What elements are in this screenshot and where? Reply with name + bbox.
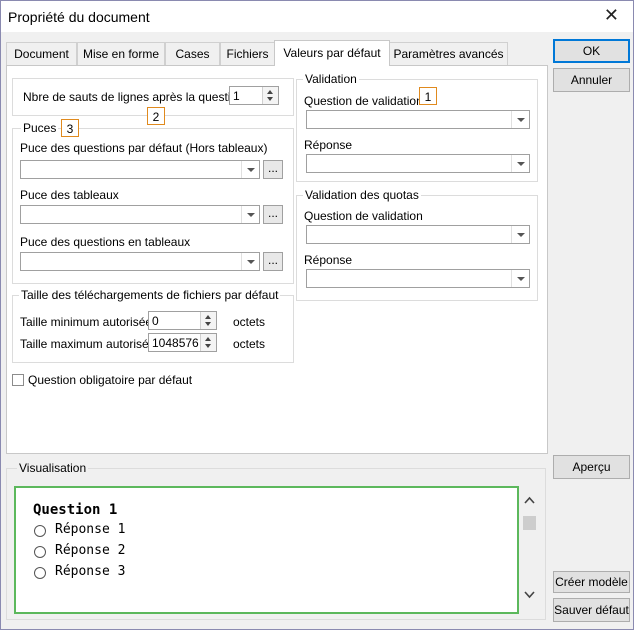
spin-down-icon[interactable] [267,97,273,101]
mandatory-label[interactable]: Question obligatoire par défaut [28,373,192,387]
quota-validation-legend: Validation des quotas [303,188,421,202]
line-breaks-label: Nbre de sauts de lignes après la questio… [23,90,251,104]
document-properties-dialog: Propriété du document ✕ Document Mise en… [0,0,634,630]
ok-button[interactable]: OK [553,39,630,63]
preview-answer-3: Réponse 3 [55,564,126,579]
preview-radio-2 [34,546,46,558]
create-model-button[interactable]: Créer modèle [553,571,630,593]
max-size-unit: octets [233,337,266,351]
max-size-label: Taille maximum autorisée [20,337,156,351]
validation-question-label: Question de validation [304,94,423,108]
preview-question-title: Question 1 [33,502,118,518]
quota-answer-label: Réponse [304,253,353,267]
scroll-up-icon[interactable] [524,496,535,504]
cancel-button[interactable]: Annuler [553,68,630,92]
preview-answer-1: Réponse 1 [55,522,126,537]
tab-document[interactable]: Document [6,42,77,65]
upload-sizes-legend: Taille des téléchargements de fichiers p… [19,288,281,302]
spin-buttons[interactable] [200,312,216,329]
chevron-down-icon[interactable] [241,206,259,223]
chevron-down-icon[interactable] [511,155,529,172]
in-tables-bullet-browse-button[interactable]: ... [263,252,283,271]
window-title: Propriété du document [8,9,150,25]
chevron-down-icon[interactable] [511,270,529,287]
upload-sizes-group: Taille des téléchargements de fichiers p… [12,288,294,363]
validation-question-select[interactable] [306,110,530,129]
validation-answer-select[interactable] [306,154,530,173]
spin-down-icon[interactable] [205,322,211,326]
chevron-down-icon[interactable] [241,161,259,178]
default-bullet-select[interactable] [20,160,260,179]
preview-radio-3 [34,567,46,579]
spin-buttons[interactable] [200,334,216,351]
spin-up-icon[interactable] [267,90,273,94]
tab-valeurs-par-defaut[interactable]: Valeurs par défaut [274,40,390,66]
tables-bullet-label: Puce des tableaux [20,188,119,202]
preview-button[interactable]: Aperçu [553,455,630,479]
line-breaks-stepper[interactable]: 1 [229,86,279,105]
chevron-down-icon[interactable] [511,226,529,243]
close-icon[interactable]: ✕ [604,6,619,24]
spin-buttons[interactable] [262,87,278,104]
tab-cases[interactable]: Cases [165,42,220,65]
scrollbar-graphics[interactable] [521,488,538,612]
bullets-legend: Puces [21,121,59,135]
tables-bullet-browse-button[interactable]: ... [263,205,283,224]
max-size-stepper[interactable]: 1048576 [148,333,217,352]
chevron-down-icon[interactable] [241,253,259,270]
in-tables-bullet-label: Puce des questions en tableaux [20,235,191,249]
max-size-value: 1048576 [152,336,199,350]
validation-answer-label: Réponse [304,138,353,152]
spin-up-icon[interactable] [205,337,211,341]
badge-1: 1 [419,87,437,105]
default-values-panel: Nbre de sauts de lignes après la questio… [6,65,548,454]
title-bar: Propriété du document ✕ [1,1,633,32]
min-size-stepper[interactable]: 0 [148,311,217,330]
preview-scrollbar[interactable] [521,488,538,612]
badge-2: 2 [147,107,165,125]
line-breaks-value: 1 [233,89,240,103]
min-size-unit: octets [233,315,266,329]
min-size-label: Taille minimum autorisée [20,315,153,329]
min-size-value: 0 [152,314,159,328]
in-tables-bullet-select[interactable] [20,252,260,271]
tab-mise-en-forme[interactable]: Mise en forme [77,42,165,65]
default-bullet-browse-button[interactable]: ... [263,160,283,179]
quota-question-select[interactable] [306,225,530,244]
scroll-down-icon[interactable] [524,591,535,599]
spin-up-icon[interactable] [205,315,211,319]
default-bullet-label: Puce des questions par défaut (Hors tabl… [20,141,268,155]
quota-question-label: Question de validation [304,209,423,223]
preview-answer-2: Réponse 2 [55,543,126,558]
bullets-group: Puces Puce des questions par défaut (Hor… [12,121,294,284]
scroll-thumb[interactable] [523,516,536,530]
tab-fichiers[interactable]: Fichiers [220,42,275,65]
preview-radio-1 [34,525,46,537]
badge-3: 3 [61,119,79,137]
validation-group: Validation Question de validation Répons… [296,72,538,182]
spin-down-icon[interactable] [205,344,211,348]
tab-parametres-avances[interactable]: Paramètres avancés [389,42,508,65]
chevron-down-icon[interactable] [511,111,529,128]
validation-legend: Validation [303,72,359,86]
tables-bullet-select[interactable] [20,205,260,224]
save-default-button[interactable]: Sauver défaut [553,598,630,622]
visualisation-legend: Visualisation [17,461,89,475]
mandatory-checkbox[interactable] [12,374,24,386]
quota-validation-group: Validation des quotas Question de valida… [296,188,538,301]
quota-answer-select[interactable] [306,269,530,288]
preview-box: Question 1 Réponse 1 Réponse 2 Réponse 3 [14,486,519,614]
